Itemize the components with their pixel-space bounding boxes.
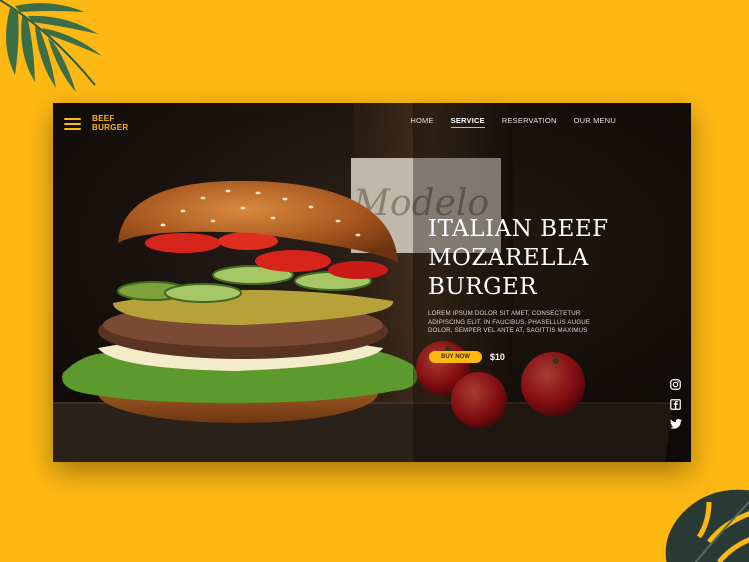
- hero-description: LOREM IPSUM DOLOR SIT AMET, CONSECTETUR …: [428, 310, 628, 336]
- hero-description-line-1: LOREM IPSUM DOLOR SIT AMET, CONSECTETUR: [428, 310, 581, 317]
- nav-home[interactable]: HOME: [410, 116, 433, 128]
- palm-leaf-decoration: [0, 0, 102, 92]
- hero-title: ITALIAN BEEF MOZARELLA BURGER: [428, 215, 628, 302]
- hero-title-line-3: BURGER: [428, 274, 538, 300]
- brand-logo[interactable]: BEEF BURGER: [92, 114, 128, 132]
- hero-description-line-3: DOLOR, SEMPER VEL ANTE AT, SAGITTIS MAXI…: [428, 327, 588, 335]
- brand-line-2: BURGER: [92, 123, 129, 132]
- hero-description-line-2: ADIPISCING ELIT. IN FAUCIBUS, PHASELLUS …: [428, 318, 591, 326]
- twitter-icon[interactable]: [670, 419, 682, 429]
- brand-line-1: BEEF: [92, 114, 115, 123]
- nav-reservation[interactable]: RESERVATION: [502, 116, 557, 128]
- buy-now-button[interactable]: BUY NOW: [429, 351, 482, 363]
- hero-title-line-1: ITALIAN BEEF: [428, 216, 609, 242]
- instagram-icon[interactable]: [670, 379, 681, 390]
- monstera-leaf-decoration: [665, 489, 749, 562]
- landing-page-frame: Modelo: [53, 103, 691, 462]
- hero-title-line-2: MOZARELLA: [428, 245, 589, 271]
- price-label: $10: [489, 352, 505, 362]
- buy-row: BUY NOW $10: [429, 351, 505, 363]
- facebook-icon[interactable]: [670, 399, 681, 410]
- hero-section: ITALIAN BEEF MOZARELLA BURGER LOREM IPSU…: [428, 215, 628, 336]
- main-nav: HOME SERVICE RESERVATION OUR MENU: [410, 116, 616, 128]
- hamburger-menu-icon[interactable]: [64, 118, 81, 130]
- nav-service[interactable]: SERVICE: [450, 116, 485, 128]
- social-links: [670, 379, 682, 429]
- nav-our-menu[interactable]: OUR MENU: [574, 116, 616, 128]
